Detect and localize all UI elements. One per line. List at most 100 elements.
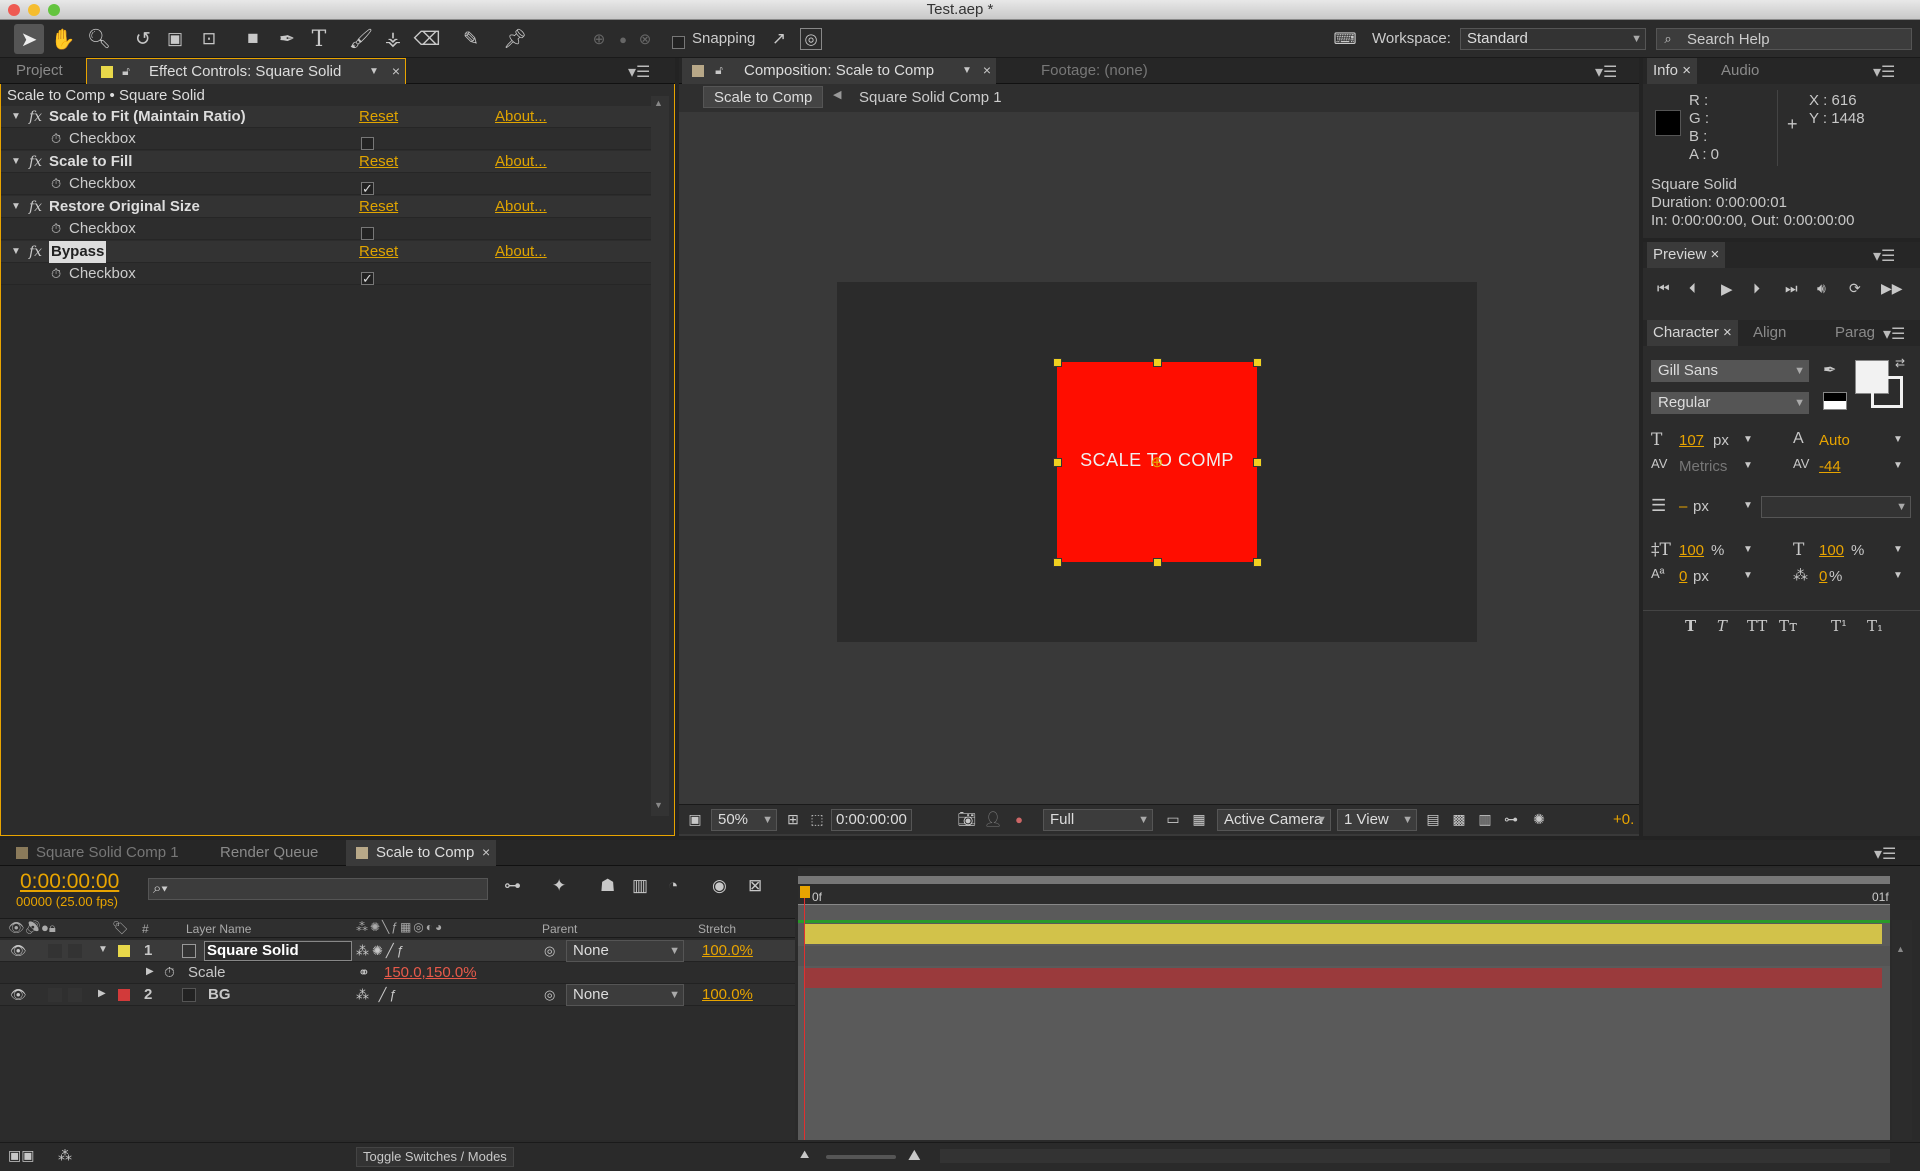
tsume-value[interactable]: 0: [1819, 568, 1827, 585]
roi-icon[interactable]: ▭: [1163, 809, 1183, 829]
layer-2-stretch[interactable]: 100.0%: [702, 986, 753, 1003]
subscript-button[interactable]: T₁: [1867, 617, 1883, 635]
effect-row[interactable]: ▼ fx Scale to Fill Reset About...: [1, 151, 651, 173]
graph-editor-icon[interactable]: ⊠: [748, 876, 762, 896]
time-zoom-slider[interactable]: [826, 1155, 896, 1159]
handle-br[interactable]: [1253, 558, 1262, 567]
layer-2-name[interactable]: BG: [208, 986, 231, 1003]
superscript-button[interactable]: T¹: [1831, 617, 1847, 635]
tracking-value[interactable]: -44: [1819, 458, 1841, 475]
stroke-width-value[interactable]: –: [1679, 498, 1687, 515]
swap-colors-icon[interactable]: ⇄: [1895, 356, 1905, 370]
audio-icon[interactable]: 🔊︎: [1817, 280, 1826, 297]
effect-name[interactable]: Bypass: [49, 241, 107, 263]
effect-expand-icon[interactable]: ▼: [11, 241, 21, 263]
puppet-tool-icon[interactable]: 📌︎: [500, 24, 530, 54]
brush-tool-icon[interactable]: 🖌︎: [346, 24, 376, 54]
effect-checkbox[interactable]: [361, 136, 374, 150]
handle-mr[interactable]: [1253, 458, 1262, 467]
tab-character-close-icon[interactable]: ×: [1723, 324, 1732, 341]
tab-composition[interactable]: 🔓︎ Composition: Scale to Comp ▼ ×: [682, 58, 996, 84]
layer-2-audio-box[interactable]: [48, 988, 62, 1002]
tab-preview-close-icon[interactable]: ×: [1711, 246, 1720, 263]
tsume-arrow-icon[interactable]: ▼: [1893, 570, 1903, 581]
effect-checkbox[interactable]: [361, 268, 374, 290]
effect-checkbox[interactable]: [361, 226, 374, 240]
handle-tc[interactable]: [1153, 358, 1162, 367]
scale-expand-icon[interactable]: ▶: [146, 966, 154, 977]
layer-1-visibility-icon[interactable]: 👁︎: [10, 943, 27, 959]
camera-select[interactable]: Active Camera ▼: [1217, 809, 1331, 831]
layer-2-visibility-icon[interactable]: 👁︎: [10, 987, 27, 1003]
font-size-value[interactable]: 107: [1679, 432, 1704, 449]
hide-shy-icon[interactable]: ☗: [600, 876, 615, 896]
tab-dropdown-icon[interactable]: ▼: [367, 63, 381, 79]
layer-1-parent-pickwhip-icon[interactable]: ◎: [544, 943, 555, 959]
layer-1-switches[interactable]: ⁂✺╱ƒ: [356, 943, 407, 959]
comp-timecode[interactable]: 0:00:00:00: [831, 809, 912, 831]
tab-effect-controls[interactable]: 🔓︎ Effect Controls: Square Solid ▼ ×: [86, 58, 406, 84]
effect-expand-icon[interactable]: ▼: [11, 196, 21, 218]
tab-footage[interactable]: Footage: (none): [1031, 58, 1158, 84]
scale-property-row[interactable]: ▶ ⏱︎ Scale ⚭ 150.0,150.0%: [0, 962, 795, 984]
flowchart-icon[interactable]: ⊶: [1501, 809, 1521, 829]
snap-feather-icon[interactable]: ↗: [768, 28, 790, 50]
effect-row[interactable]: ▼ fx Restore Original Size Reset About...: [1, 196, 651, 218]
layer-1-stretch[interactable]: 100.0%: [702, 942, 753, 959]
roto-brush-tool-icon[interactable]: ✎: [456, 24, 486, 54]
next-frame-icon[interactable]: ⏵: [1753, 280, 1760, 297]
layer-2-label-color[interactable]: [118, 989, 130, 1001]
flow-item-scale-to-comp[interactable]: Scale to Comp: [703, 86, 824, 108]
all-caps-button[interactable]: TT: [1747, 617, 1767, 635]
scroll-down-icon[interactable]: ▼: [654, 800, 663, 810]
scale-value[interactable]: 150.0,150.0%: [384, 964, 477, 981]
horizontal-scale-value[interactable]: 100: [1819, 542, 1844, 559]
show-snapshot-icon[interactable]: 👤︎: [983, 809, 1003, 829]
panel-menu-icon[interactable]: ▾☰: [628, 62, 650, 82]
timeline-timecode[interactable]: 0:00:00:00: [20, 870, 119, 894]
handle-ml[interactable]: [1053, 458, 1062, 467]
timeline-icon[interactable]: ▥: [1475, 809, 1495, 829]
comp-panel-menu-icon[interactable]: ▾☰: [1595, 62, 1617, 82]
rotate-tool-icon[interactable]: ↺: [128, 24, 158, 54]
baseline-arrow-icon[interactable]: ▼: [1743, 570, 1753, 581]
small-caps-button[interactable]: Tт: [1779, 617, 1797, 635]
layer-2-solo-box[interactable]: [68, 988, 82, 1002]
effect-about-link[interactable]: About...: [495, 151, 547, 173]
layer-2-duration-bar[interactable]: [804, 968, 1882, 988]
comp-tab-dropdown-icon[interactable]: ▼: [960, 62, 974, 78]
comp-lock-icon[interactable]: 🔓︎: [712, 62, 726, 78]
layer-1-label-color[interactable]: [118, 945, 130, 957]
loop-icon[interactable]: ⟳: [1849, 280, 1861, 297]
scale-keyframe-track[interactable]: [798, 946, 1890, 966]
frame-blending-icon[interactable]: ▥: [632, 876, 648, 896]
effect-reset-link[interactable]: Reset: [359, 106, 398, 128]
exposure-value[interactable]: +0.: [1613, 811, 1634, 828]
resolution-select[interactable]: Full ▼: [1043, 809, 1153, 831]
zoom-select[interactable]: 50% ▼: [711, 809, 777, 831]
toggle-pixel-aspect-icon[interactable]: ▤: [1423, 809, 1443, 829]
info-panel-menu-icon[interactable]: ▾☰: [1873, 62, 1895, 82]
transparency-grid-icon[interactable]: ▦: [1189, 809, 1209, 829]
selection-tool-icon[interactable]: ➤: [14, 24, 44, 54]
layer-row-1[interactable]: 👁︎ ▼ 1 Square Solid ⁂✺╱ƒ ◎ None ▼ 100.0%: [0, 940, 795, 962]
layer-1-audio-box[interactable]: [48, 944, 62, 958]
scale-stopwatch-icon[interactable]: ⏱︎: [164, 964, 175, 981]
fx-icon[interactable]: fx: [29, 241, 42, 263]
timeline-scroll-up-icon[interactable]: ▲: [1896, 944, 1905, 954]
flow-item-square-solid-comp[interactable]: Square Solid Comp 1: [859, 89, 1002, 106]
stopwatch-icon[interactable]: ⏱︎: [51, 218, 61, 240]
tab-align[interactable]: Align: [1743, 320, 1796, 346]
fx-icon[interactable]: fx: [29, 151, 42, 173]
layer-2-switches[interactable]: ⁂ ╱ƒ: [356, 987, 400, 1003]
search-help-field[interactable]: ⌕ Search Help: [1656, 28, 1912, 50]
fast-previews-icon[interactable]: ▩: [1449, 809, 1469, 829]
tab-preview[interactable]: Preview ×: [1647, 242, 1726, 268]
preview-menu-icon[interactable]: ▾☰: [1873, 246, 1895, 266]
timeline-menu-icon[interactable]: ▾☰: [1874, 844, 1896, 864]
workspace-select[interactable]: Standard ▼: [1460, 28, 1646, 50]
brainstorm-icon[interactable]: ◉: [712, 876, 727, 896]
anchor-point-icon[interactable]: ⊕: [1148, 453, 1166, 471]
modes-toggle-icon[interactable]: ⁂: [58, 1147, 72, 1164]
layer-2-parent-select[interactable]: None ▼: [566, 984, 684, 1006]
